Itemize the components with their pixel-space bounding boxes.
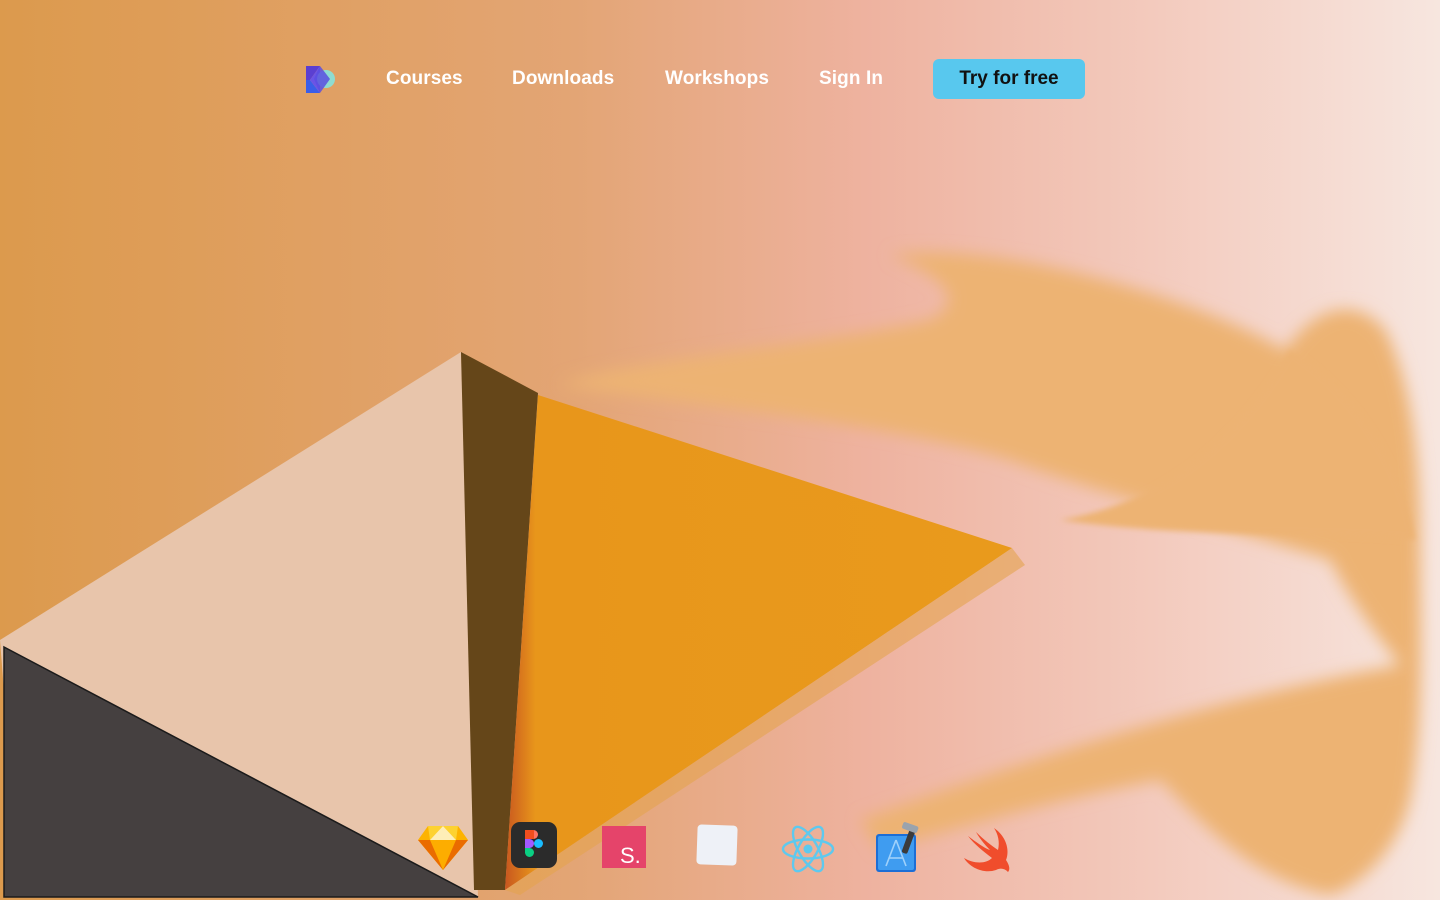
studio-s-icon: S. xyxy=(602,822,654,874)
sketch-icon xyxy=(416,822,468,874)
nav-link-workshops[interactable]: Workshops xyxy=(665,68,769,90)
swift-icon xyxy=(962,822,1014,874)
top-navigation: Courses Downloads Workshops Sign In Try … xyxy=(304,58,1094,100)
tool-icons-row: S. xyxy=(416,822,1016,878)
nav-link-sign-in[interactable]: Sign In xyxy=(819,68,883,90)
studio-s-letter: S. xyxy=(620,843,641,868)
brand-logo-icon[interactable] xyxy=(304,62,336,94)
blank-app-icon xyxy=(694,822,746,874)
hero-illustration xyxy=(0,252,1421,898)
nav-link-courses[interactable]: Courses xyxy=(386,68,463,90)
nav-link-downloads[interactable]: Downloads xyxy=(512,68,614,90)
xcode-icon xyxy=(872,822,924,874)
try-for-free-button[interactable]: Try for free xyxy=(933,59,1085,99)
figma-icon xyxy=(511,822,563,874)
react-icon xyxy=(780,822,835,874)
